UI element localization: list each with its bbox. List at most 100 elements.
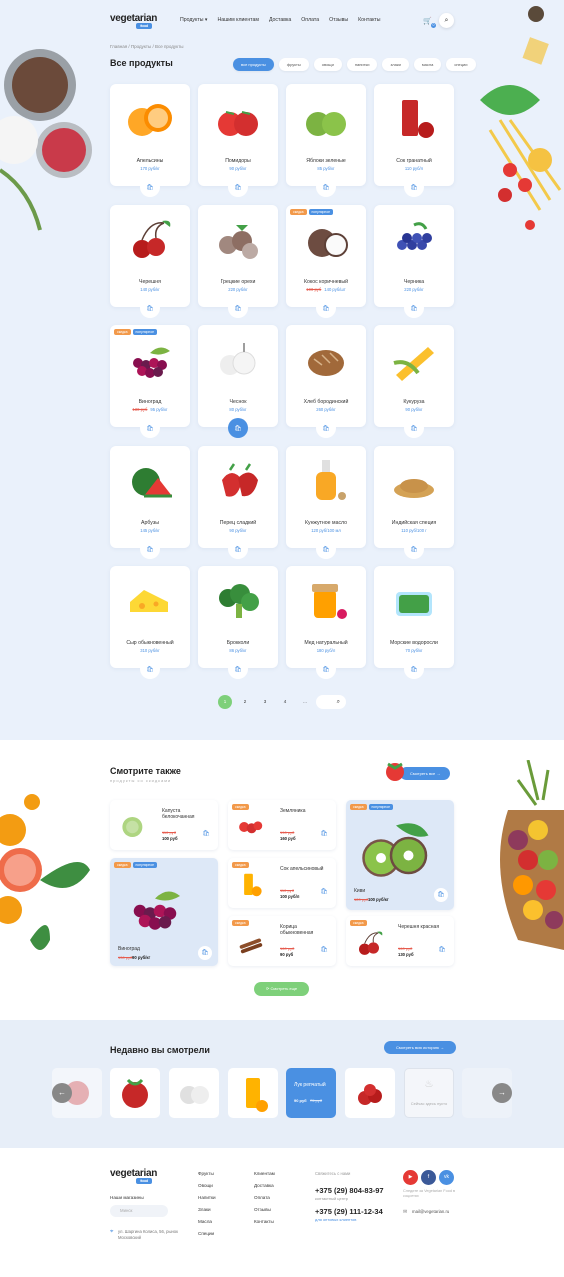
add-to-cart-button[interactable]: 🛍 <box>316 298 336 318</box>
footer-link[interactable]: Масла <box>198 1216 216 1228</box>
product-card[interactable]: Чеснок 80 руб/кг 🛍 <box>198 325 278 438</box>
facebook-icon[interactable]: f <box>421 1170 436 1185</box>
add-to-cart-button[interactable]: 🛍 <box>404 539 424 559</box>
footer-logo[interactable]: vegetarian food <box>110 1168 157 1184</box>
nav-payment[interactable]: Оплата <box>301 17 319 23</box>
product-card[interactable]: Хлеб бородинский 260 руб/кг 🛍 <box>286 325 366 438</box>
product-card[interactable]: Кунжутное масло 120 руб/100 мл 🛍 <box>286 446 366 559</box>
add-to-cart-button[interactable]: 🛍 <box>316 659 336 679</box>
filter-oils[interactable]: масла <box>413 58 442 71</box>
recent-item[interactable] <box>345 1068 395 1118</box>
product-card[interactable]: Сыр обыкновенный 310 руб/кг 🛍 <box>110 566 190 679</box>
filter-cereals[interactable]: злаки <box>382 58 409 71</box>
add-to-cart-button[interactable]: 🛍 <box>228 659 248 679</box>
product-card[interactable]: Черешня 140 руб/кг 🛍 <box>110 205 190 318</box>
product-card[interactable]: Яблоки зеленые 85 руб/кг 🛍 <box>286 84 366 197</box>
page-jump-input[interactable]: ⌕ <box>316 695 346 709</box>
recent-item[interactable] <box>110 1068 160 1118</box>
logo[interactable]: vegetarian food <box>110 13 157 29</box>
footer-link[interactable]: Овощи <box>198 1180 216 1192</box>
add-to-cart-button[interactable]: 🛍 <box>404 298 424 318</box>
add-to-cart-button[interactable]: 🛍 <box>140 177 160 197</box>
discount-item[interactable]: скидка популярное Киви 120 руб 100 руб/кг 🛍 <box>346 800 454 910</box>
add-to-cart-button[interactable]: 🛍 <box>228 177 248 197</box>
recent-item-featured[interactable]: Лук репчатый 90 руб 75 руб <box>286 1068 336 1118</box>
filter-vegetables[interactable]: овощи <box>313 58 342 71</box>
footer-link[interactable]: Напитки <box>198 1192 216 1204</box>
product-card[interactable]: скидка популярное Кокос коричневый 190 руб 1… <box>286 205 366 318</box>
add-to-cart-button[interactable]: 🛍 <box>404 659 424 679</box>
nav-delivery[interactable]: Доставка <box>269 17 291 23</box>
discount-item[interactable]: скидка популярное Виноград 130 руб 90 руб/кг… <box>110 858 218 966</box>
footer-email[interactable]: mail@vegetarian.ru <box>412 1209 449 1214</box>
add-to-cart-button[interactable]: 🛍 <box>404 418 424 438</box>
add-to-cart-button[interactable]: 🛍 <box>316 177 336 197</box>
footer-link[interactable]: Специи <box>198 1228 216 1240</box>
recent-prev-button[interactable]: ← <box>52 1083 72 1103</box>
recent-item[interactable] <box>228 1068 278 1118</box>
footer-link[interactable]: Фрукты <box>198 1168 216 1180</box>
nav-contacts[interactable]: Контакты <box>358 17 380 23</box>
youtube-icon[interactable]: ▶ <box>403 1170 418 1185</box>
add-to-cart-button[interactable]: 🛍 <box>320 946 328 953</box>
product-card[interactable]: Перец сладкий 90 руб/кг 🛍 <box>198 446 278 559</box>
discount-item[interactable]: скидка Сок апельсиновый 110 руб 100 руб/л 🛍 <box>228 858 336 908</box>
product-card[interactable]: Черника 220 руб/кг 🛍 <box>374 205 454 318</box>
discount-item[interactable]: Капуста белокочанная 110 руб 100 руб 🛍 <box>110 800 218 850</box>
footer-link[interactable]: Отзывы <box>254 1204 275 1216</box>
product-card[interactable]: Сок гранатный 110 руб/л 🛍 <box>374 84 454 197</box>
discount-item[interactable]: скидка Корица обыкновенная 160 руб 90 руб 🛍 <box>228 916 336 966</box>
footer-link[interactable]: Клиентам <box>254 1168 275 1180</box>
filter-drinks[interactable]: напитки <box>346 58 378 71</box>
product-card[interactable]: Помидоры 90 руб/кг 🛍 <box>198 84 278 197</box>
filter-all[interactable]: все продукты <box>233 58 274 71</box>
add-to-cart-button[interactable]: 🛍 <box>140 659 160 679</box>
footer-link[interactable]: Контакты <box>254 1216 275 1228</box>
city-select[interactable]: Минск <box>110 1205 168 1217</box>
add-to-cart-button[interactable]: 🛍 <box>316 418 336 438</box>
phone-wholesale[interactable]: +375 (29) 111-12-34 <box>315 1207 383 1216</box>
product-card[interactable]: Апельсины 170 руб/кг 🛍 <box>110 84 190 197</box>
add-to-cart-button[interactable]: 🛍 <box>316 539 336 559</box>
history-button[interactable]: Смотреть всю историю → <box>384 1041 456 1054</box>
product-card[interactable]: Индийская специя 110 руб/100 г 🛍 <box>374 446 454 559</box>
add-to-cart-button[interactable]: 🛍 <box>198 946 212 960</box>
add-to-cart-button[interactable]: 🛍 <box>320 830 328 837</box>
add-to-cart-button[interactable]: 🛍 <box>202 830 210 837</box>
vk-icon[interactable]: vk <box>439 1170 454 1185</box>
cart-button[interactable]: 🛒 0 <box>420 13 436 28</box>
filter-fruits[interactable]: фрукты <box>278 58 309 71</box>
nav-reviews[interactable]: Отзывы <box>329 17 348 23</box>
add-to-cart-button[interactable]: 🛍 <box>228 418 248 438</box>
product-card[interactable]: скидка популярное Виноград 130 руб 95 руб/кг… <box>110 325 190 438</box>
product-card[interactable]: Кукуруза 90 руб/кг 🛍 <box>374 325 454 438</box>
footer-link[interactable]: Оплата <box>254 1192 275 1204</box>
add-to-cart-button[interactable]: 🛍 <box>434 888 448 902</box>
nav-clients[interactable]: Нашим клиентам <box>217 17 258 23</box>
recent-item[interactable] <box>169 1068 219 1118</box>
see-more-button[interactable]: ⟳ Смотреть еще <box>254 982 310 996</box>
add-to-cart-button[interactable]: 🛍 <box>228 298 248 318</box>
filter-spices[interactable]: специи <box>446 58 476 71</box>
breadcrumb[interactable]: Главная / Продукты / Все продукты <box>110 44 184 49</box>
page-2[interactable]: 2 <box>238 695 252 709</box>
product-card[interactable]: Морские водоросли 70 руб/кг 🛍 <box>374 566 454 679</box>
product-card[interactable]: Брокколи 86 руб/кг 🛍 <box>198 566 278 679</box>
add-to-cart-button[interactable]: 🛍 <box>140 298 160 318</box>
footer-link[interactable]: Злаки <box>198 1204 216 1216</box>
footer-link[interactable]: Доставка <box>254 1180 275 1192</box>
add-to-cart-button[interactable]: 🛍 <box>140 539 160 559</box>
product-card[interactable]: Арбузы 145 руб/кг 🛍 <box>110 446 190 559</box>
discount-item[interactable]: скидка Черешня красная 160 руб 130 руб 🛍 <box>346 916 454 966</box>
add-to-cart-button[interactable]: 🛍 <box>320 888 328 895</box>
add-to-cart-button[interactable]: 🛍 <box>140 418 160 438</box>
phone-primary[interactable]: +375 (29) 804-83-97 <box>315 1186 384 1195</box>
discount-item[interactable]: скидка Земляника 190 руб 160 руб 🛍 <box>228 800 336 850</box>
recent-next-button[interactable]: → <box>492 1083 512 1103</box>
add-to-cart-button[interactable]: 🛍 <box>438 946 446 953</box>
add-to-cart-button[interactable]: 🛍 <box>404 177 424 197</box>
page-3[interactable]: 3 <box>258 695 272 709</box>
nav-products[interactable]: Продукты ▾ <box>180 17 207 23</box>
page-4[interactable]: 4 <box>278 695 292 709</box>
search-button[interactable]: ⌕ <box>439 13 454 28</box>
